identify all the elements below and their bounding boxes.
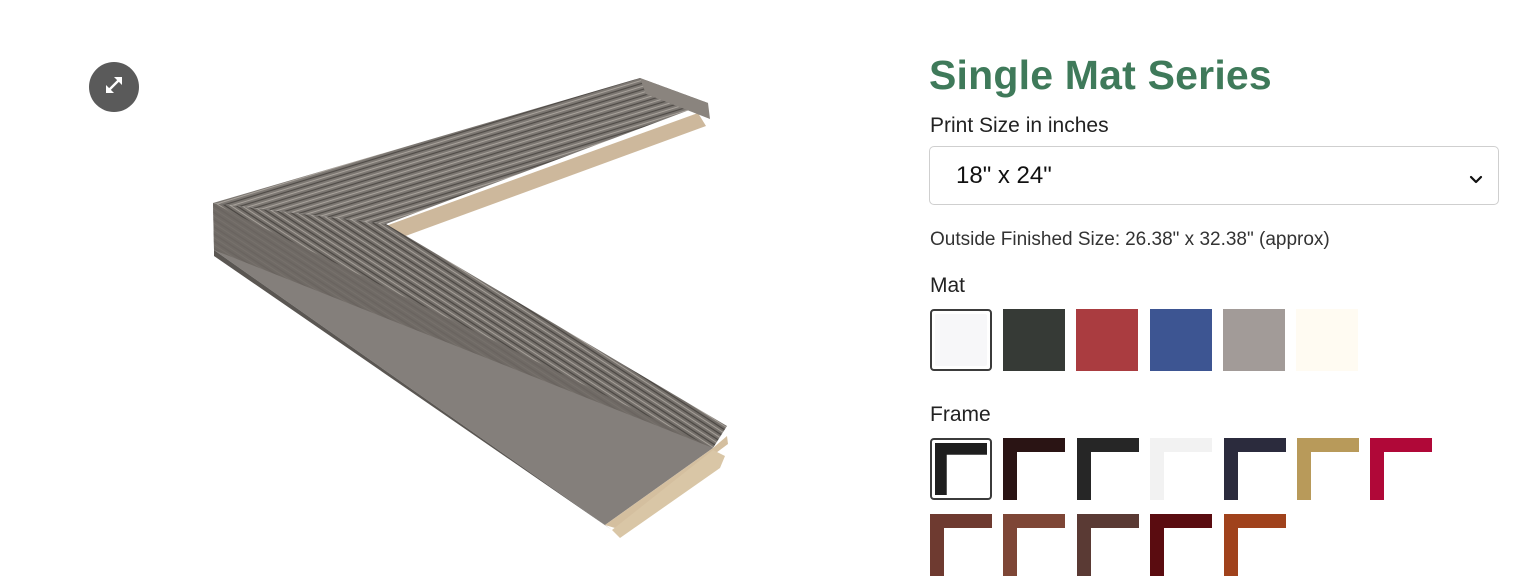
frame-swatch[interactable]	[1370, 438, 1433, 500]
fullscreen-button[interactable]	[89, 62, 139, 112]
frame-swatch[interactable]	[1297, 438, 1359, 500]
frame-corner-thumbnail	[1150, 438, 1213, 500]
frame-corner-image	[200, 70, 740, 545]
expand-arrows-icon	[103, 74, 125, 101]
frame-swatch[interactable]	[1150, 438, 1213, 500]
frame-corner-thumbnail	[1297, 438, 1359, 500]
mat-swatch[interactable]	[1149, 309, 1212, 371]
frame-swatch[interactable]	[1223, 438, 1286, 500]
mat-swatch[interactable]	[930, 309, 992, 371]
mat-swatch[interactable]	[1296, 309, 1358, 371]
print-size-select[interactable]: 18" x 24"	[929, 146, 1499, 205]
frame-swatch[interactable]	[1150, 514, 1213, 576]
mat-swatch-color	[1076, 309, 1139, 371]
mat-swatch[interactable]	[1003, 309, 1066, 371]
frame-corner-thumbnail	[1223, 514, 1286, 576]
frame-swatch[interactable]	[1076, 514, 1139, 576]
frame-swatch[interactable]	[1003, 438, 1066, 500]
chevron-down-icon	[1468, 166, 1484, 194]
frame-swatch[interactable]	[1223, 514, 1286, 576]
frame-label: Frame	[930, 403, 991, 426]
frame-corner-thumbnail	[1223, 438, 1286, 500]
mat-swatch[interactable]	[1076, 309, 1139, 371]
product-gallery	[0, 0, 880, 559]
frame-corner-thumbnail	[1150, 514, 1213, 576]
frame-corner-thumbnail	[1003, 514, 1066, 576]
mat-swatch-color	[935, 314, 987, 366]
print-size-label: Print Size in inches	[930, 114, 1109, 137]
mat-swatch-color	[1296, 309, 1358, 371]
print-size-selected-value: 18" x 24"	[956, 161, 1052, 189]
frame-swatch[interactable]	[1076, 438, 1139, 500]
frame-swatch[interactable]	[930, 514, 992, 576]
frame-swatch[interactable]	[1003, 514, 1066, 576]
frame-corner-thumbnail	[930, 514, 992, 576]
finished-size-prefix: Outside Finished Size:	[930, 229, 1121, 250]
mat-swatch[interactable]	[1222, 309, 1285, 371]
mat-swatch-color	[1222, 309, 1285, 371]
frame-swatch[interactable]	[930, 438, 992, 500]
frame-corner-thumbnail	[935, 443, 987, 495]
mat-swatch-color	[1003, 309, 1066, 371]
mat-label: Mat	[930, 274, 966, 297]
product-title: Single Mat Series	[929, 52, 1272, 98]
outside-finished-size: Outside Finished Size: 26.38" x 32.38" (a…	[930, 229, 1330, 251]
mat-swatch-color	[1149, 309, 1212, 371]
frame-corner-thumbnail	[1076, 514, 1139, 576]
frame-corner-thumbnail	[1370, 438, 1433, 500]
frame-corner-thumbnail	[1076, 438, 1139, 500]
finished-size-value: 26.38" x 32.38" (approx)	[1125, 229, 1330, 250]
frame-corner-thumbnail	[1003, 438, 1066, 500]
